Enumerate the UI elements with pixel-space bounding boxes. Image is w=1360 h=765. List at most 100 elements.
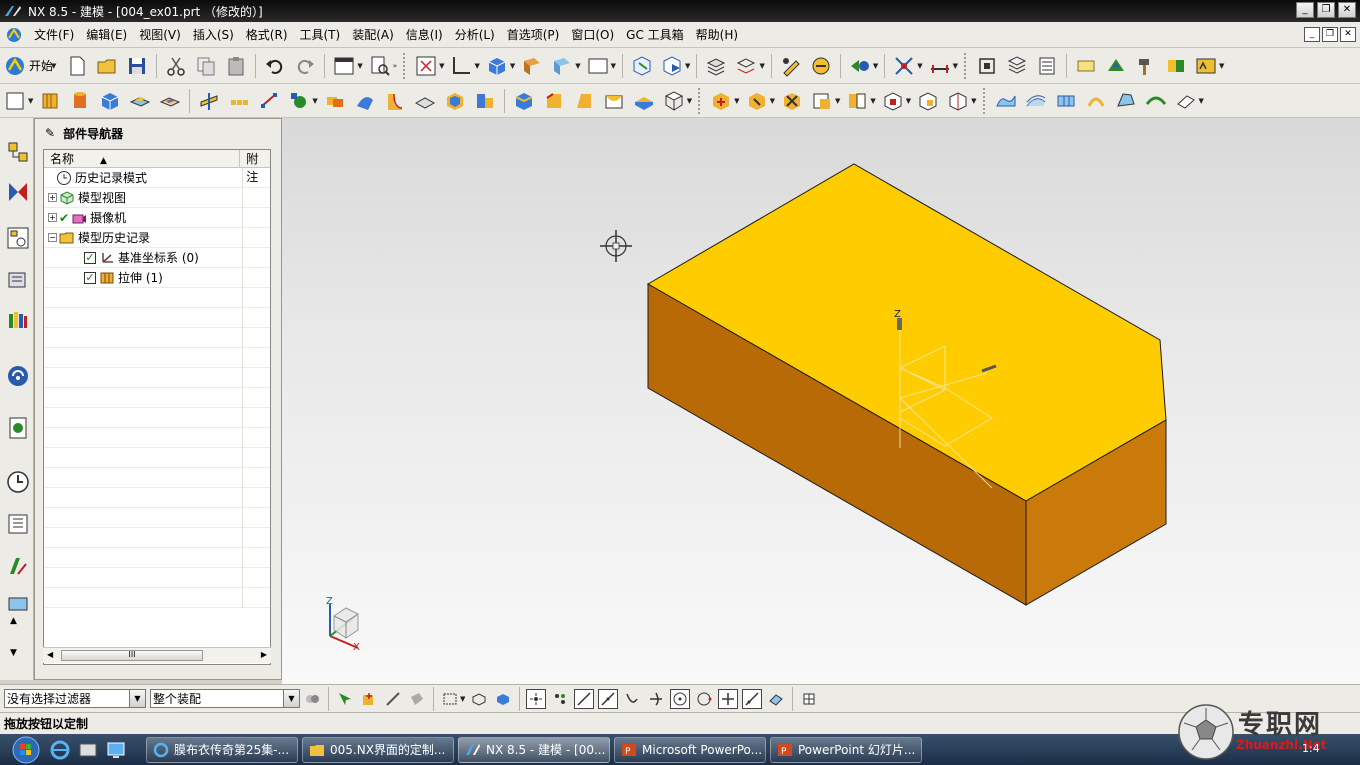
web-browser-tab-icon[interactable] (6, 364, 30, 388)
constraint-navigator-tab-icon[interactable] (6, 180, 30, 204)
hide-icon[interactable] (809, 54, 833, 78)
tree-item-history-mode[interactable]: 历史记录模式 (44, 168, 270, 188)
select-face-icon[interactable] (407, 689, 427, 709)
menu-preferences[interactable]: 首选项(P) (501, 26, 566, 43)
snap-arc-center-icon[interactable] (670, 688, 691, 709)
snap-grid-icon[interactable] (550, 689, 570, 709)
taskbar-item-powerpoint[interactable]: P Microsoft PowerPo... (614, 736, 766, 763)
snap-intersection-icon[interactable] (646, 689, 666, 709)
note-icon[interactable] (1074, 54, 1098, 78)
tree-item-model-views[interactable]: + 模型视图 (44, 188, 270, 208)
roles-tab-icon[interactable] (6, 592, 30, 616)
menu-insert[interactable]: 插入(S) (187, 26, 240, 43)
tree-item-cameras[interactable]: + ✔ 摄像机 (44, 208, 270, 228)
pad-icon[interactable] (128, 89, 152, 113)
save-icon[interactable] (125, 54, 149, 78)
sew-icon[interactable] (662, 89, 686, 113)
hd3d-tools-tab-icon[interactable] (6, 308, 30, 332)
copy-icon[interactable] (194, 54, 218, 78)
new-file-icon[interactable] (65, 54, 89, 78)
selection-scope-dropdown[interactable]: 整个装配 ▼ (150, 689, 300, 708)
scroll-left-arrow[interactable]: ◀ (47, 650, 53, 659)
paste-icon[interactable] (224, 54, 248, 78)
background-icon[interactable] (586, 54, 610, 78)
show-desktop-icon[interactable] (105, 739, 127, 761)
menu-edit[interactable]: 编辑(E) (80, 26, 133, 43)
doc-minimize-button[interactable]: _ (1304, 27, 1320, 42)
thicken-icon[interactable] (632, 89, 656, 113)
tree-item-datum-csys[interactable]: ✓ 基准坐标系 (0) (44, 248, 270, 268)
mold-wizard-icon[interactable] (1104, 54, 1128, 78)
part-navigator-tab-icon[interactable] (6, 226, 30, 250)
expand-toggle[interactable]: + (48, 213, 57, 222)
restore-button[interactable]: ❐ (1317, 2, 1335, 18)
close-button[interactable]: ✕ (1338, 2, 1356, 18)
shaded-view-icon[interactable] (485, 54, 509, 78)
start-button[interactable]: 开始 ▼ (4, 55, 58, 77)
surface-icon[interactable] (353, 89, 377, 113)
snap-settings-icon[interactable] (799, 689, 819, 709)
expand-toggle[interactable]: + (48, 193, 57, 202)
taskbar-item-folder[interactable]: 005.NX界面的定制... (302, 736, 454, 763)
stack-icon[interactable] (1005, 54, 1029, 78)
menu-window[interactable]: 窗口(O) (565, 26, 620, 43)
blend-icon[interactable] (383, 89, 407, 113)
move-layer-icon[interactable] (734, 54, 758, 78)
menu-format[interactable]: 格式(R) (240, 26, 294, 43)
datum-plane-icon[interactable] (197, 89, 221, 113)
windows-start-button[interactable] (6, 735, 46, 765)
menu-file[interactable]: 文件(F) (28, 26, 80, 43)
sheet-icon[interactable] (1035, 54, 1059, 78)
assembly-navigator-icon[interactable] (975, 54, 999, 78)
mirror-face-icon[interactable] (946, 89, 970, 113)
horizontal-scrollbar[interactable]: ◀ III ▶ (43, 647, 271, 663)
sketch-icon[interactable] (3, 89, 27, 113)
select-body-icon[interactable] (359, 689, 379, 709)
ie-quicklaunch-icon[interactable] (49, 739, 71, 761)
tree-item-model-history[interactable]: − 模型历史记录 (44, 228, 270, 248)
snap-point-icon[interactable] (892, 54, 916, 78)
edit-object-icon[interactable] (779, 54, 803, 78)
resource-scroll-up[interactable]: ▲ (10, 616, 17, 626)
assembly-navigator-tab-icon[interactable] (6, 140, 30, 164)
wireframe-icon[interactable] (469, 689, 489, 709)
solid-icon[interactable] (493, 689, 513, 709)
visibility-checkbox[interactable]: ✓ (84, 251, 96, 264)
taskbar-item-browser[interactable]: 膜布衣传奇第25集-... (146, 736, 298, 763)
edge-blend-icon[interactable] (512, 89, 536, 113)
menu-view[interactable]: 视图(V) (133, 26, 187, 43)
column-header-name[interactable]: 名称 ▲ (44, 150, 241, 167)
offset-face-icon[interactable] (473, 89, 497, 113)
face-blend-icon[interactable] (602, 89, 626, 113)
history-tab-icon[interactable] (6, 470, 30, 494)
resize-face-icon[interactable] (845, 89, 869, 113)
tree-item-extrude[interactable]: ✓ 拉伸 (1) (44, 268, 270, 288)
nx-app-icon[interactable] (6, 27, 22, 43)
pull-face-icon[interactable] (745, 89, 769, 113)
snap-midpoint-icon[interactable] (598, 688, 619, 709)
collapse-toggle[interactable]: − (48, 233, 57, 242)
snap-enable-icon[interactable] (526, 688, 547, 709)
orient-view-icon[interactable] (630, 54, 654, 78)
minimize-button[interactable]: _ (1296, 2, 1314, 18)
through-curves-icon[interactable] (1024, 89, 1048, 113)
block-icon[interactable] (98, 89, 122, 113)
datum-csys-icon[interactable] (287, 89, 311, 113)
progressive-die-icon[interactable] (1164, 54, 1188, 78)
show-hide-icon[interactable] (848, 54, 872, 78)
replace-face-icon[interactable] (810, 89, 834, 113)
pin-icon[interactable]: ✎ (45, 126, 55, 140)
snap-quadrant-icon[interactable] (694, 689, 714, 709)
command-finder-icon[interactable] (368, 54, 392, 78)
point-icon[interactable] (257, 89, 281, 113)
abc-tools-icon[interactable] (1194, 54, 1218, 78)
extrude-icon[interactable] (38, 89, 62, 113)
chamfer-icon[interactable] (542, 89, 566, 113)
undo-icon[interactable] (263, 54, 287, 78)
measure-distance-icon[interactable] (928, 54, 952, 78)
clip-section-icon[interactable] (550, 54, 574, 78)
doc-restore-button[interactable]: ❐ (1322, 27, 1338, 42)
pattern-icon[interactable] (227, 89, 251, 113)
window-layout-icon[interactable] (332, 54, 356, 78)
menu-assembly[interactable]: 装配(A) (346, 26, 400, 43)
